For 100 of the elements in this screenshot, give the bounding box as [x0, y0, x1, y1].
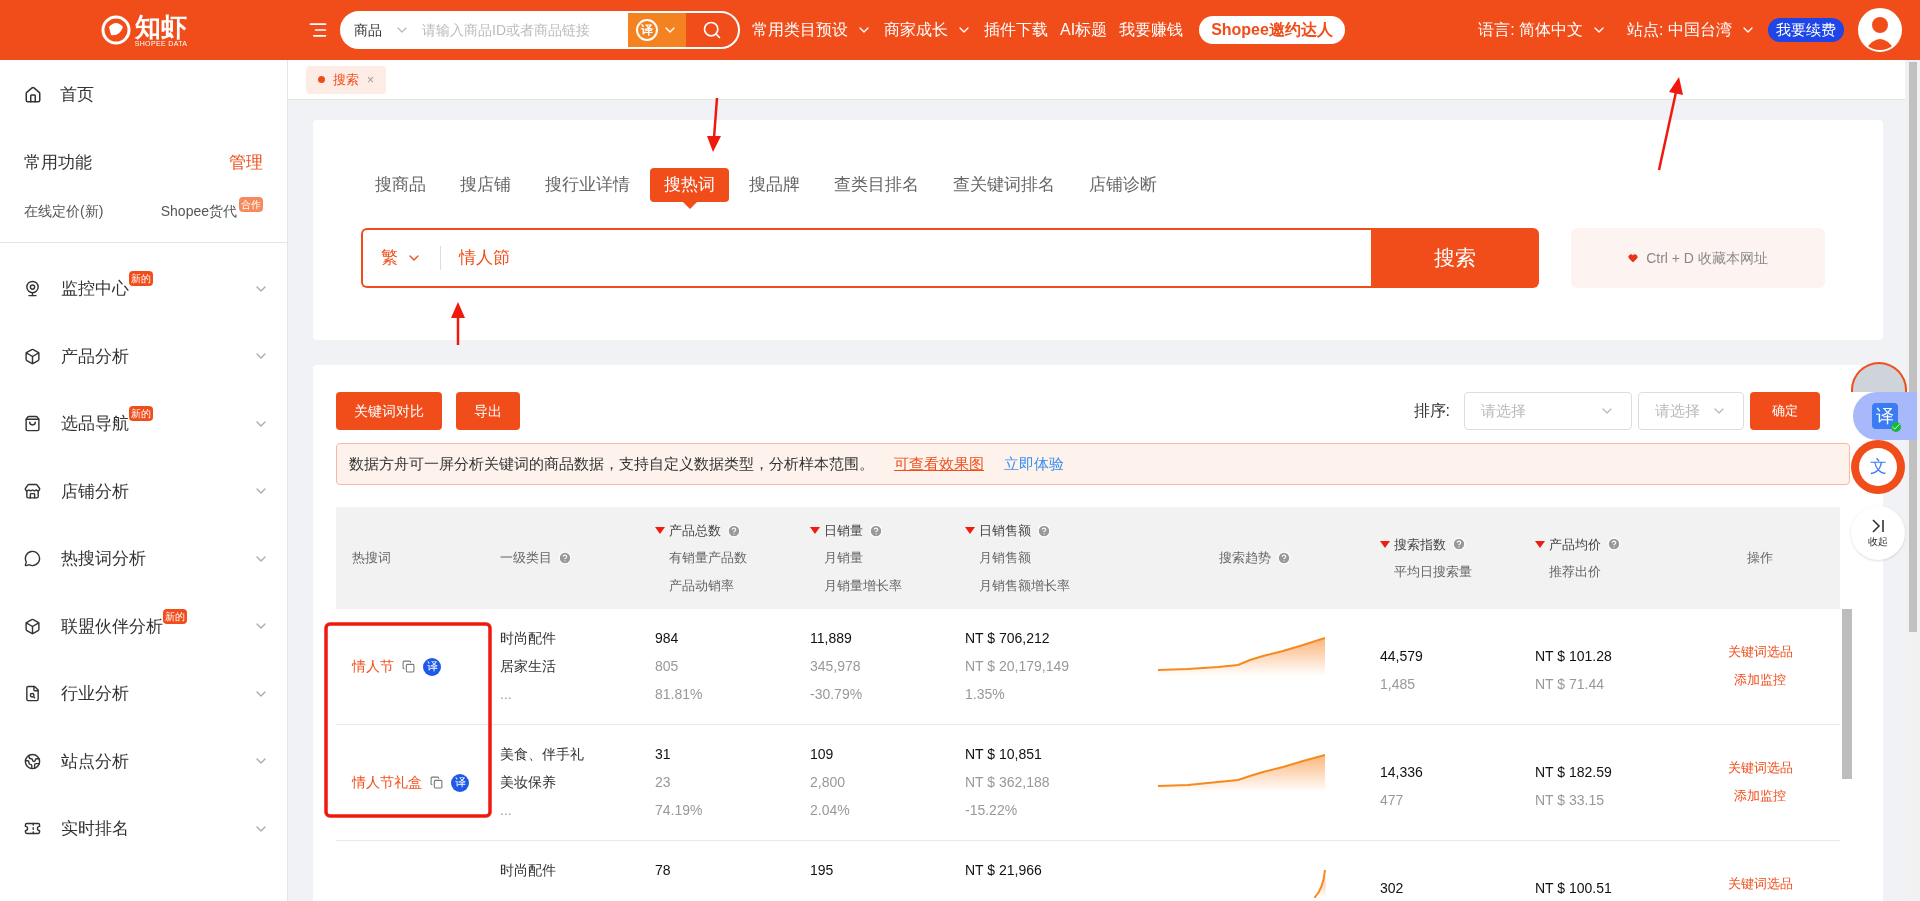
keyword-link[interactable]: 情人节礼盒	[352, 772, 422, 793]
category-text: 居家生活	[500, 658, 557, 674]
action-link[interactable]: 关键词选品	[1727, 644, 1793, 660]
toolbar-button[interactable]: 关键词对比	[336, 392, 442, 430]
nav-link[interactable]: 商家成长	[884, 18, 972, 42]
nav-link[interactable]: 我要赚钱	[1119, 18, 1184, 42]
column-header: 产品动销率	[669, 576, 734, 595]
sales-value: 109	[810, 746, 835, 762]
shortcut-link[interactable]: 在线定价(新)	[24, 201, 104, 222]
nav-link[interactable]: 常用类目预设	[752, 18, 872, 42]
close-icon[interactable]: ×	[367, 70, 374, 89]
translate-badge[interactable]: 译	[451, 773, 469, 792]
script-select[interactable]: 繁	[363, 246, 441, 270]
translate-float-button[interactable]: 译	[1853, 392, 1917, 440]
translate-badge[interactable]: 译	[423, 657, 441, 676]
translate-toggle[interactable]: 译	[628, 13, 686, 47]
text-float-button[interactable]: 文	[1851, 440, 1905, 494]
help-icon[interactable]	[727, 523, 741, 538]
search-tab[interactable]: 搜商品	[361, 168, 440, 202]
action-link[interactable]: 添加监控	[1734, 672, 1786, 688]
copy-icon[interactable]	[402, 660, 415, 673]
column-header: 一级类目	[500, 549, 552, 568]
revenue-value: NT $ 20,179,149	[965, 658, 1071, 674]
help-icon[interactable]	[869, 523, 883, 538]
menu-icon	[308, 20, 328, 40]
keyword-input[interactable]: 繁 情人節	[361, 228, 1371, 288]
sort-desc-icon[interactable]	[655, 527, 665, 534]
nav-link[interactable]: AI标题	[1060, 18, 1108, 42]
language-select[interactable]: 语言: 简体中文	[1478, 18, 1608, 42]
search-index-value: 14,336	[1380, 764, 1424, 780]
promo-button[interactable]: Shopee邀约达人	[1199, 16, 1345, 44]
sales-value: 11,889	[810, 630, 853, 646]
sort-desc-icon[interactable]	[810, 527, 820, 534]
search-button[interactable]: 搜索	[1371, 228, 1539, 288]
renew-button[interactable]: 我要续费	[1768, 18, 1844, 42]
sidebar-item[interactable]: 热搜词分析	[61, 546, 146, 572]
column-header: 产品均价	[1549, 535, 1601, 554]
sort-desc-icon[interactable]	[1380, 540, 1390, 548]
revenue-value: NT $ 21,966	[965, 862, 1043, 878]
site-select[interactable]: 站点: 中国台湾	[1627, 18, 1756, 42]
action-link[interactable]: 关键词选品	[1727, 760, 1793, 776]
search-scope-select[interactable]: 商品	[342, 19, 422, 41]
search-tab[interactable]: 搜行业详情	[531, 168, 644, 202]
search-tab[interactable]: 搜品牌	[735, 168, 814, 202]
sidebar-item[interactable]: 产品分析	[61, 343, 129, 369]
help-icon[interactable]	[1607, 537, 1621, 552]
page-scrollbar[interactable]	[1905, 60, 1920, 901]
sidebar-item[interactable]: 站点分析	[61, 748, 129, 774]
sidebar-item[interactable]: 店铺分析	[61, 478, 129, 504]
sidebar-item[interactable]: 行业分析	[61, 681, 129, 707]
product-count: 805	[655, 658, 680, 674]
avatar[interactable]	[1858, 8, 1902, 52]
collapse-button[interactable]: 收起	[1851, 506, 1905, 560]
confirm-button[interactable]: 确定	[1750, 392, 1820, 430]
action-link[interactable]: 添加监控	[1734, 788, 1786, 804]
help-icon[interactable]	[558, 551, 572, 565]
collapse-right-icon	[1871, 517, 1885, 534]
price-value: NT $ 33.15	[1535, 792, 1605, 808]
table-scrollbar[interactable]	[1842, 609, 1852, 779]
search-tab[interactable]: 查类目排名	[820, 168, 933, 202]
category-text: ...	[500, 802, 513, 818]
column-header: 月销量增长率	[824, 576, 902, 595]
manage-link[interactable]: 管理	[229, 150, 263, 176]
notice-link[interactable]: 可查看效果图	[894, 452, 984, 476]
keyword-link[interactable]: 情人节	[352, 656, 394, 677]
action-link[interactable]: 关键词选品	[1727, 876, 1793, 892]
search-tab[interactable]: 搜店铺	[446, 168, 525, 202]
sidebar-item[interactable]: 监控中心	[61, 276, 129, 302]
help-icon[interactable]	[1277, 551, 1291, 565]
revenue-value: 1.35%	[965, 686, 1006, 702]
search-tab[interactable]: 查关键词排名	[939, 168, 1069, 202]
document-search-icon	[24, 685, 41, 703]
sort-desc-icon[interactable]	[965, 527, 975, 534]
sales-value: -30.79%	[810, 686, 864, 702]
sidebar-item[interactable]: 首页	[0, 60, 287, 130]
new-badge: 新的	[129, 271, 153, 286]
notice-link[interactable]: 立即体验	[1004, 452, 1064, 476]
help-icon[interactable]	[1452, 537, 1466, 552]
sort-desc-icon[interactable]	[1535, 540, 1545, 548]
revenue-value: NT $ 362,188	[965, 774, 1051, 790]
annotation-arrow	[707, 97, 721, 152]
search-button[interactable]	[686, 13, 738, 47]
page-tab[interactable]: 搜索 ×	[306, 65, 386, 94]
shortcut-link[interactable]: Shopee货代	[160, 201, 237, 222]
sort-select[interactable]: 请选择	[1638, 392, 1744, 430]
shrimp-logo-icon	[100, 15, 131, 45]
search-tab[interactable]: 店铺诊断	[1075, 168, 1171, 202]
toolbar-button[interactable]: 导出	[456, 392, 520, 430]
copy-icon[interactable]	[430, 776, 443, 789]
sort-select[interactable]: 请选择	[1464, 392, 1632, 430]
search-icon	[702, 20, 722, 40]
sidebar-item[interactable]: 实时排名	[61, 816, 129, 842]
nav-link[interactable]: 插件下载	[984, 18, 1048, 42]
help-icon[interactable]	[1037, 523, 1051, 538]
product-search-field[interactable]: 商品 请输入商品ID或者商品链接 译	[340, 11, 740, 49]
sidebar-item[interactable]: 选品导航	[61, 411, 129, 437]
sidebar-item[interactable]: 联盟伙伴分析	[61, 613, 163, 639]
store-icon	[24, 482, 41, 500]
notice-text: 数据方舟可一屏分析关键词的商品数据，支持自定义数据类型，分析样本范围。	[349, 453, 874, 474]
assistant-photo[interactable]	[1851, 362, 1907, 392]
